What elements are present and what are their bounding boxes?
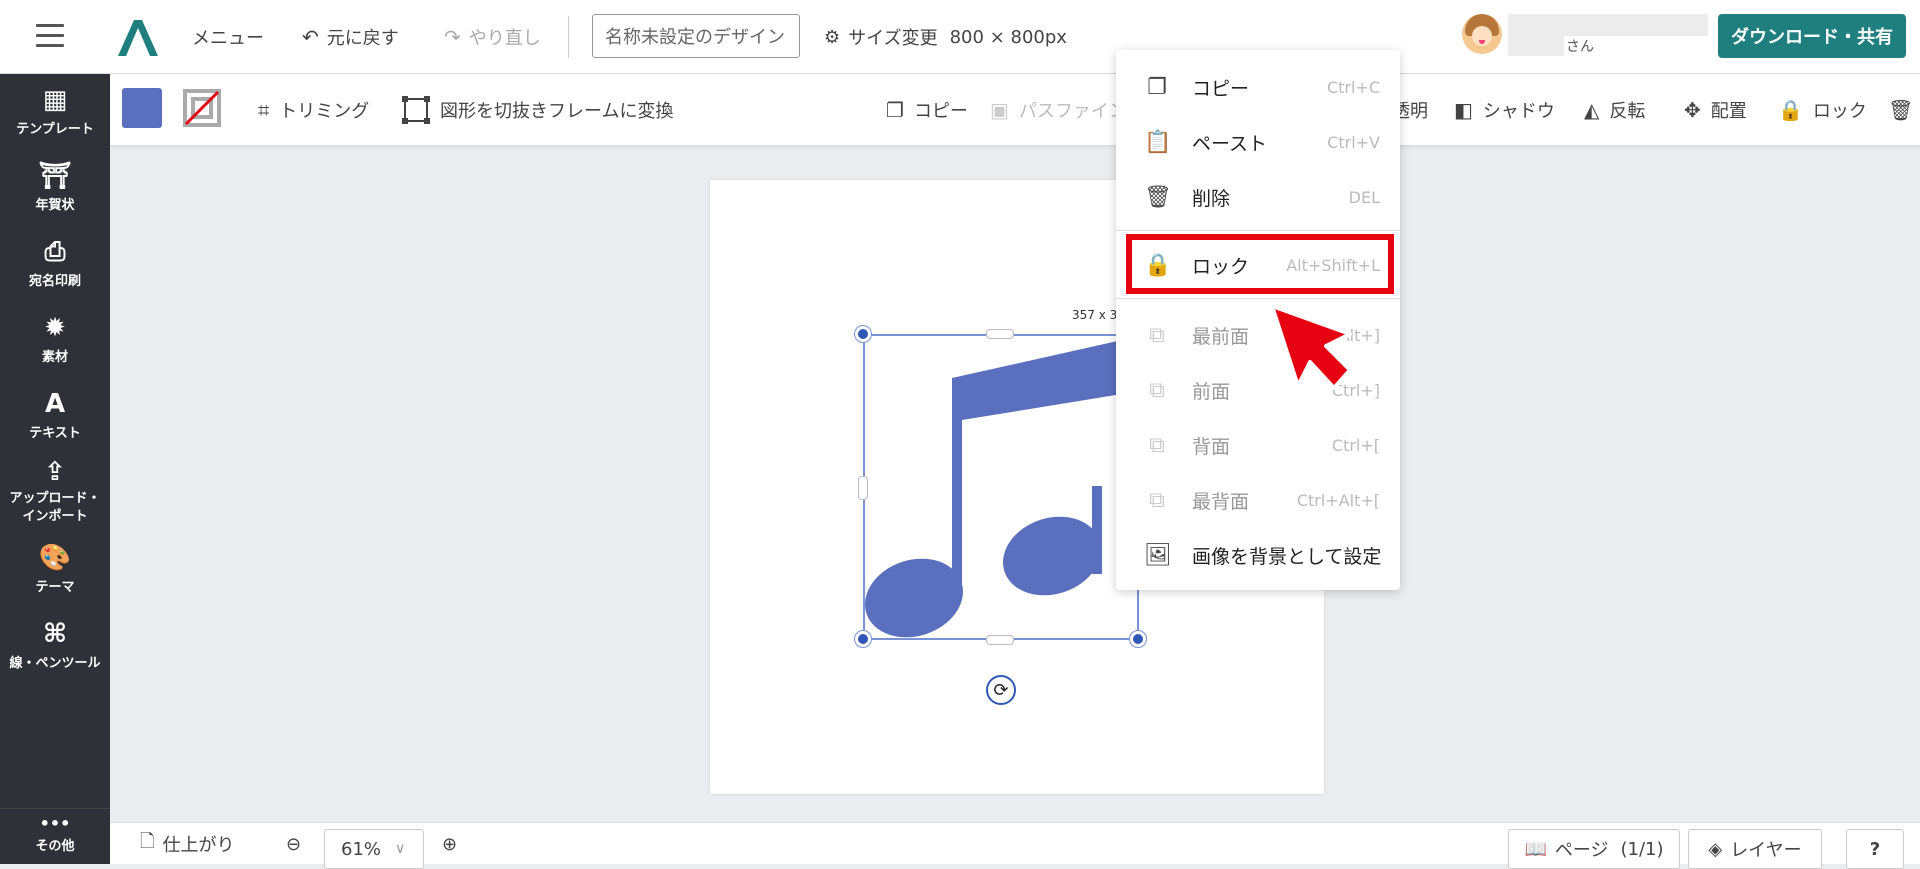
- avatar[interactable]: [1462, 14, 1502, 54]
- resize-handle-bottom-right[interactable]: [1130, 631, 1146, 647]
- template-icon: ▦: [42, 85, 68, 115]
- copy-icon: ❐: [1147, 75, 1167, 100]
- zoom-out-icon: ⊖: [286, 833, 302, 855]
- ellipsis-icon: •••: [39, 814, 71, 833]
- menu-item-send-to-back[interactable]: ⧉ 最背面 Ctrl+Alt+[: [1116, 473, 1400, 528]
- preview-icon: 🗋: [140, 831, 155, 852]
- gear-icon: ⚙: [824, 26, 841, 48]
- help-icon: ?: [1869, 838, 1881, 860]
- resize-handle-bottom[interactable]: [986, 635, 1014, 645]
- design-name-input[interactable]: 名称未設定のデザイン: [592, 14, 800, 58]
- copy-button[interactable]: ❐ コピー: [886, 74, 968, 146]
- redo-button[interactable]: ↷ やり直し: [444, 0, 541, 74]
- context-toolbar: ⌗ トリミング 図形を切抜きフレームに変換 ❐ コピー ▣ パスファインダー 透明 ◧…: [110, 74, 1920, 146]
- image-icon: 🖼: [1144, 543, 1172, 568]
- menu-button[interactable]: メニュー: [192, 0, 264, 74]
- preview-button[interactable]: 🗋 仕上がり: [140, 823, 234, 865]
- flip-button[interactable]: ◭ 反転: [1584, 74, 1645, 146]
- menu-item-copy[interactable]: ❐ コピー Ctrl+C: [1116, 60, 1400, 115]
- download-share-button[interactable]: ダウンロード・共有: [1718, 14, 1906, 58]
- rotate-handle[interactable]: ⟳: [986, 675, 1016, 705]
- zoom-in-button[interactable]: ⊕: [442, 823, 457, 865]
- resize-handle-bottom-left[interactable]: [855, 631, 871, 647]
- top-bar: メニュー ↶ 元に戻す ↷ やり直し 名称未設定のデザイン ⚙ サイズ変更 800 × …: [0, 0, 1920, 74]
- sidebar-more[interactable]: ••• その他: [0, 808, 110, 864]
- menu-item-set-as-background[interactable]: 🖼 画像を背景として設定: [1116, 528, 1400, 583]
- sidebar-item-template[interactable]: ▦ テンプレート: [0, 86, 110, 137]
- text-icon: A: [44, 389, 66, 419]
- menu-item-send-backward[interactable]: ⧉ 背面 Ctrl+[: [1116, 418, 1400, 473]
- move-icon: ✥: [1684, 98, 1701, 122]
- sidebar-item-upload[interactable]: ⇪ アップロード・インポート: [0, 458, 110, 526]
- layers-icon: ◈: [1708, 838, 1723, 860]
- bring-to-front-icon: ⧉: [1149, 323, 1165, 348]
- trash-icon: 🗑: [1888, 98, 1914, 122]
- shadow-button[interactable]: ◧ シャドウ: [1454, 74, 1555, 146]
- convert-to-frame-button[interactable]: 図形を切抜きフレームに変換: [402, 74, 673, 146]
- redo-icon: ↷: [444, 25, 461, 49]
- lock-highlight-box: [1126, 234, 1394, 294]
- book-icon: 📖: [1524, 838, 1547, 860]
- upload-icon: ⇪: [44, 457, 66, 487]
- arrange-button[interactable]: ✥ 配置: [1684, 74, 1747, 146]
- new-year-card-icon: ⛩: [38, 161, 72, 191]
- zoom-in-icon: ⊕: [442, 833, 458, 855]
- size-value: 800 × 800px: [949, 26, 1067, 48]
- undo-button[interactable]: ↶ 元に戻す: [302, 0, 399, 74]
- sidebar-item-pen-tool[interactable]: ⌘ 線・ペンツール: [0, 620, 110, 671]
- frame-icon: [402, 96, 430, 124]
- rotate-icon: ⟳: [993, 679, 1009, 701]
- menu-item-delete[interactable]: 🗑 削除 DEL: [1116, 170, 1400, 225]
- copy-icon: ❐: [886, 98, 904, 122]
- material-icon: ✹: [44, 313, 66, 343]
- selection-box: [863, 334, 1139, 640]
- undo-icon: ↶: [302, 25, 319, 49]
- send-to-back-icon: ⧉: [1149, 488, 1165, 513]
- sidebar-item-theme[interactable]: 🎨 テーマ: [0, 544, 110, 595]
- trim-button[interactable]: ⌗ トリミング: [258, 74, 369, 146]
- sidebar-item-material[interactable]: ✹ 素材: [0, 314, 110, 365]
- bring-forward-icon: ⧉: [1149, 378, 1165, 403]
- stroke-color-swatch[interactable]: [182, 88, 222, 128]
- trash-icon: 🗑: [1144, 185, 1172, 210]
- lock-icon: 🔒: [1778, 98, 1803, 122]
- palette-icon: 🎨: [38, 543, 72, 573]
- pointer-arrow-icon: [1270, 304, 1352, 390]
- resize-handle-left[interactable]: [858, 476, 868, 500]
- delete-button[interactable]: 🗑: [1888, 74, 1920, 146]
- bottom-bar: 🗋 仕上がり ⊖ 61% ∨ ⊕ 📖 ページ (1/1) ◈ レイヤー ?: [110, 822, 1920, 869]
- sidebar-item-new-year-card[interactable]: ⛩ 年賀状: [0, 162, 110, 213]
- lock-button[interactable]: 🔒 ロック: [1778, 74, 1867, 146]
- menu-divider: [1116, 230, 1400, 231]
- fill-color-swatch[interactable]: [122, 88, 162, 128]
- help-button[interactable]: ?: [1846, 829, 1904, 869]
- shadow-icon: ◧: [1454, 98, 1473, 122]
- resize-handle-top-left[interactable]: [855, 326, 871, 342]
- zoom-select[interactable]: 61% ∨: [324, 829, 424, 869]
- sidebar-item-text[interactable]: A テキスト: [0, 390, 110, 441]
- pen-tool-icon: ⌘: [42, 619, 68, 649]
- crop-icon: ⌗: [258, 98, 270, 122]
- flip-icon: ◭: [1584, 98, 1600, 122]
- menu-item-paste[interactable]: 📋 ペースト Ctrl+V: [1116, 115, 1400, 170]
- user-suffix: さん: [1566, 39, 1594, 55]
- app-logo[interactable]: [116, 16, 160, 58]
- chevron-down-icon: ∨: [395, 841, 406, 857]
- page-button[interactable]: 📖 ページ (1/1): [1508, 829, 1680, 869]
- layer-button[interactable]: ◈ レイヤー: [1688, 829, 1822, 869]
- username-block: [1508, 14, 1708, 36]
- hamburger-icon[interactable]: [36, 24, 64, 48]
- username-block-2: [1508, 36, 1564, 56]
- pathfinder-icon: ▣: [990, 98, 1009, 122]
- send-backward-icon: ⧉: [1149, 433, 1165, 458]
- sidebar-item-address-print[interactable]: ⎙ 宛名印刷: [0, 238, 110, 289]
- resize-handle-top[interactable]: [986, 329, 1014, 339]
- toolbar-divider: [568, 16, 569, 58]
- paste-icon: 📋: [1144, 130, 1172, 155]
- resize-button[interactable]: ⚙ サイズ変更 800 × 800px: [824, 0, 1067, 74]
- sidebar: ▦ テンプレート ⛩ 年賀状 ⎙ 宛名印刷 ✹ 素材 A テキスト ⇪ アップロ…: [0, 74, 110, 864]
- zoom-out-button[interactable]: ⊖: [286, 823, 301, 865]
- printer-icon: ⎙: [44, 237, 66, 267]
